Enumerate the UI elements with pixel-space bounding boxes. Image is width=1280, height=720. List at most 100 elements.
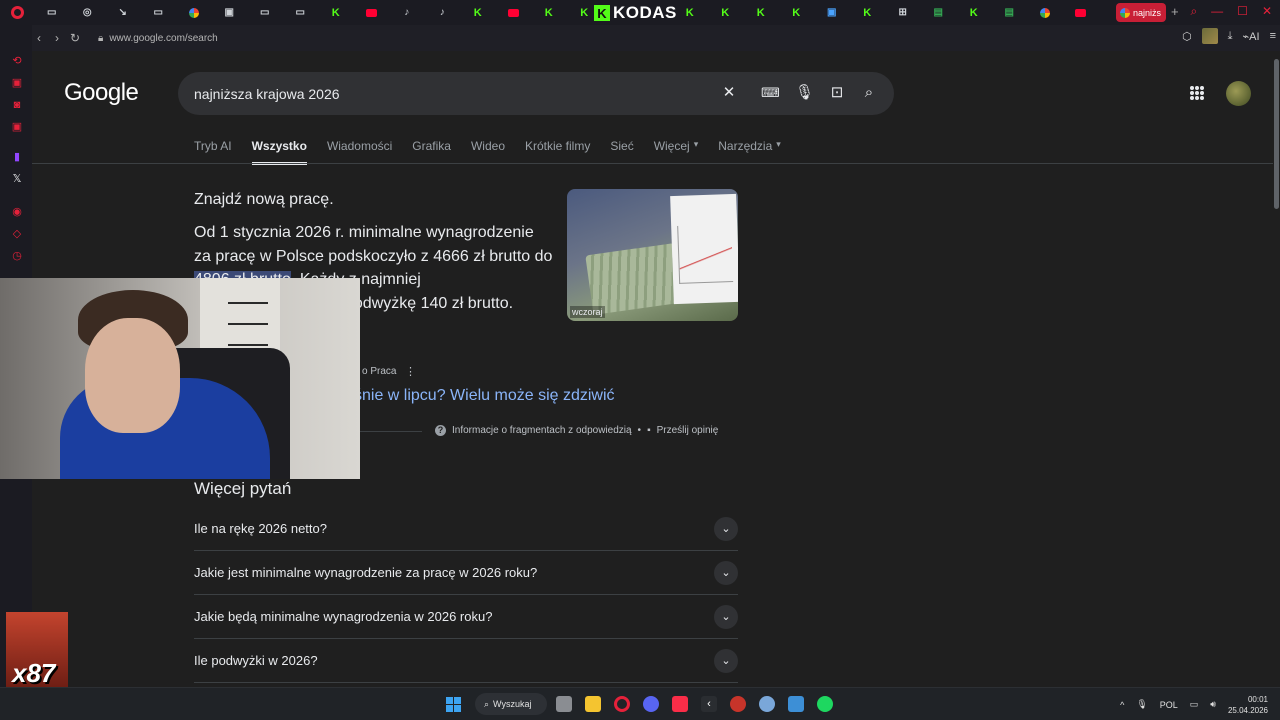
tab-icon-sheets[interactable]: ▤ — [992, 0, 1028, 25]
tab-icon-google[interactable] — [176, 0, 212, 25]
keyboard-icon[interactable]: ⌨ — [761, 84, 780, 102]
sidebar-twitch-icon[interactable]: ▮ — [11, 151, 23, 163]
opera-menu-icon[interactable] — [0, 0, 34, 25]
taskbar-search[interactable]: ⌕ Wyszukaj — [475, 693, 547, 715]
search-icon[interactable]: ⌕ — [860, 84, 878, 102]
tab-7[interactable]: Więcej — [654, 139, 690, 165]
tab-icon-opera[interactable]: ◎ — [70, 0, 106, 25]
notepad-icon[interactable] — [788, 696, 804, 712]
chevron-down-icon[interactable]: ⌄ — [714, 517, 738, 541]
search-input[interactable]: najniższa krajowa 2026 — [194, 86, 340, 102]
sidebar-circle-icon[interactable]: ◉ — [11, 206, 23, 218]
tab-icon-kick[interactable]: K — [956, 0, 992, 25]
tab-icon-sheets[interactable]: ▤ — [921, 0, 957, 25]
tab-icon-arrow[interactable]: ↘ — [105, 0, 141, 25]
opera-icon[interactable] — [614, 696, 630, 712]
tab-icon-app[interactable]: ▣ — [814, 0, 850, 25]
language-indicator[interactable]: POL — [1160, 700, 1178, 710]
dropdown-caret-icon[interactable]: ▾ — [694, 139, 699, 165]
sidebar-bag-icon[interactable]: ▣ — [11, 77, 23, 89]
chevron-down-icon[interactable]: ⌄ — [714, 561, 738, 585]
forward-icon[interactable]: › — [48, 31, 66, 45]
chevron-down-icon[interactable]: ⌄ — [714, 649, 738, 673]
back-icon[interactable]: ‹ — [30, 31, 48, 45]
tab-icon-youtube[interactable] — [1063, 0, 1099, 25]
sidebar-x-icon[interactable]: 𝕏 — [11, 173, 23, 185]
tray-chevron-icon[interactable]: ^ — [1120, 700, 1124, 710]
tab-icon-kick[interactable]: K — [531, 0, 567, 25]
search-box[interactable]: najniższa krajowa 2026 ✕ ⌨ 🎙︎ ⊡ ⌕ — [178, 72, 894, 115]
tab-icon-kick[interactable]: K — [460, 0, 496, 25]
tab-icon-google[interactable] — [1027, 0, 1063, 25]
tab-1[interactable]: Wszystko — [251, 139, 307, 165]
lens-icon[interactable]: ⊡ — [828, 84, 846, 102]
sidebar-opera-icon[interactable]: ⟲ — [11, 55, 23, 67]
tab-icon-window[interactable]: ▭ — [34, 0, 70, 25]
more-options-icon[interactable]: ⋮ — [405, 365, 416, 378]
sidebar-bookmark-icon[interactable]: ◇ — [11, 228, 23, 240]
paa-item[interactable]: Jakie jest minimalne wynagrodzenie za pr… — [194, 551, 738, 595]
result-source[interactable]: o Praca — [362, 366, 396, 377]
snippet-image[interactable]: wczoraj — [567, 189, 738, 321]
file-explorer-icon[interactable] — [585, 696, 601, 712]
tray-mic-icon[interactable]: 🎙︎ — [1136, 699, 1147, 710]
minimize-icon[interactable]: — — [1211, 4, 1223, 19]
tab-icon-window[interactable]: ▭ — [247, 0, 283, 25]
new-tab-button[interactable]: + — [1171, 4, 1179, 19]
scrollbar-thumb[interactable] — [1274, 59, 1279, 209]
search-tabs-icon[interactable]: ⌕ — [1190, 4, 1197, 19]
tab-5[interactable]: Krótkie filmy — [525, 139, 590, 165]
tab-icon-youtube[interactable] — [496, 0, 532, 25]
tab-icon-tiktok[interactable]: ♪ — [425, 0, 461, 25]
tab-icon-kick[interactable]: K — [672, 0, 708, 25]
paa-item[interactable]: Ile na rękę 2026 netto? ⌄ — [194, 507, 738, 551]
maximize-icon[interactable]: ☐ — [1237, 4, 1248, 19]
dropdown-caret-icon[interactable]: ▾ — [776, 139, 781, 165]
help-icon[interactable]: ? — [435, 425, 446, 436]
tab-4[interactable]: Wideo — [471, 139, 505, 165]
google-logo[interactable]: Google — [64, 79, 139, 107]
tab-icon-kick[interactable]: K — [708, 0, 744, 25]
tab-icon-image[interactable]: ▣ — [212, 0, 248, 25]
tab-icon-kick[interactable]: K — [850, 0, 886, 25]
tab-icon-tiktok[interactable]: ♪ — [389, 0, 425, 25]
download-icon[interactable]: ⤓ — [1228, 30, 1233, 43]
clock[interactable]: 00:01 25.04.2026 — [1228, 694, 1268, 716]
tab-icon-kick[interactable]: K — [318, 0, 354, 25]
tab-icon-window[interactable]: ▭ — [283, 0, 319, 25]
profile-thumb-icon[interactable] — [1201, 28, 1218, 44]
tab-3[interactable]: Grafika — [412, 139, 451, 165]
app-icon[interactable] — [730, 696, 746, 712]
paa-item[interactable]: Ile podwyżki w 2026? ⌄ — [194, 639, 738, 683]
windows-start-icon[interactable] — [446, 697, 461, 712]
tab-icon-youtube[interactable] — [354, 0, 390, 25]
settings-icon[interactable] — [759, 696, 775, 712]
snippet-info-link[interactable]: Informacje o fragmentach z odpowiedzią — [452, 425, 632, 436]
active-tab[interactable]: najniżs — [1116, 3, 1166, 22]
close-icon[interactable]: ✕ — [1262, 4, 1272, 19]
clear-icon[interactable]: ✕ — [720, 84, 738, 102]
music-icon[interactable] — [672, 696, 688, 712]
chevron-down-icon[interactable]: ⌄ — [714, 605, 738, 629]
sidebar-app-icon[interactable]: ▣ — [11, 121, 23, 133]
spotify-icon[interactable] — [817, 696, 833, 712]
menu-icon[interactable]: ≡ — [1270, 30, 1276, 42]
tab-0[interactable]: Tryb AI — [194, 139, 232, 165]
send-feedback-link[interactable]: Prześlij opinię — [657, 425, 719, 436]
account-avatar[interactable] — [1226, 81, 1251, 106]
microphone-icon[interactable]: 🎙︎ — [795, 84, 814, 102]
volume-icon[interactable]: 🔊︎ — [1210, 699, 1216, 710]
extensions-icon[interactable]: ⬡ — [1182, 30, 1192, 43]
capcut-icon[interactable]: ‹ — [701, 696, 717, 712]
discord-icon[interactable] — [643, 696, 659, 712]
ai-button[interactable]: ⌁AI — [1243, 30, 1260, 43]
reload-icon[interactable]: ↻ — [66, 31, 84, 45]
kodas-tab[interactable]: K KODAS — [594, 3, 677, 23]
page-scrollbar[interactable] — [1273, 51, 1280, 687]
paa-item[interactable]: Jakie będą minimalne wynagrodzenia w 202… — [194, 595, 738, 639]
feedback-icon[interactable]: ▪ — [647, 425, 651, 436]
tab-icon-kick[interactable]: K — [743, 0, 779, 25]
tab-icon-grid[interactable]: ⊞ — [885, 0, 921, 25]
url-field[interactable]: 🔒︎ www.google.com/search — [98, 33, 218, 44]
tab-6[interactable]: Sieć — [610, 139, 633, 165]
